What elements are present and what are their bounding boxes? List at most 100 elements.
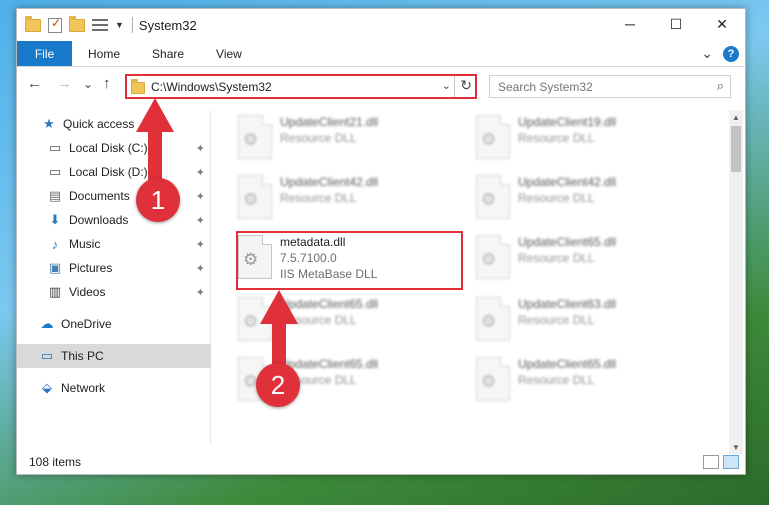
new-folder-icon[interactable] xyxy=(69,15,85,32)
status-bar: 108 items xyxy=(17,450,745,474)
title-separator xyxy=(131,17,133,33)
file-description: Resource DLL xyxy=(518,191,595,205)
sidebar-item-local-disk-c[interactable]: ▭ Local Disk (C:) ✦ xyxy=(17,136,211,160)
dll-file-icon: ⚙ xyxy=(476,297,510,341)
search-input[interactable] xyxy=(498,79,698,94)
pin-icon[interactable]: ✦ xyxy=(196,142,205,155)
network-icon: ⬙ xyxy=(42,380,52,395)
title-bar: ▼ System32 ─ ☐ ✕ xyxy=(17,9,745,41)
view-toggle xyxy=(703,455,739,469)
pin-icon[interactable]: ✦ xyxy=(196,190,205,203)
file-item[interactable]: ⚙ UpdateClient19.dll Resource DLL xyxy=(472,111,702,169)
maximize-button[interactable]: ☐ xyxy=(653,9,699,39)
sidebar-item-label: Quick access xyxy=(63,117,135,131)
file-name: UpdateClient65.dll xyxy=(518,235,617,249)
forward-arrow-icon[interactable]: → xyxy=(57,75,72,92)
star-icon: ★ xyxy=(43,116,55,131)
pin-icon[interactable]: ✦ xyxy=(196,166,205,179)
file-item[interactable]: ⚙ UpdateClient42.dll Resource DLL xyxy=(234,171,464,229)
vertical-scrollbar[interactable]: ▲ ▼ xyxy=(729,110,743,454)
window-controls: ─ ☐ ✕ xyxy=(607,9,745,39)
dll-file-icon: ⚙ xyxy=(476,357,510,401)
file-name: UpdateClient42.dll xyxy=(280,175,379,189)
minimize-button[interactable]: ─ xyxy=(607,9,653,39)
step-marker-1: 1 xyxy=(136,178,180,222)
sidebar-item-quick-access[interactable]: ★ Quick access xyxy=(17,112,211,136)
close-button[interactable]: ✕ xyxy=(699,9,745,39)
file-name: UpdateClient21.dll xyxy=(280,115,379,129)
tab-view[interactable]: View xyxy=(200,41,258,66)
sidebar-item-label: Videos xyxy=(69,285,106,299)
search-icon[interactable]: ⌕ xyxy=(717,78,724,94)
dll-file-icon: ⚙ xyxy=(238,175,272,219)
sidebar-item-onedrive[interactable]: ☁ OneDrive xyxy=(17,312,211,336)
recent-locations-chevron-icon[interactable]: ⌄ xyxy=(83,77,93,91)
sidebar-item-label: Network xyxy=(61,381,106,395)
file-item[interactable]: ⚙ UpdateClient63.dll Resource DLL xyxy=(472,293,702,351)
highlight-box-metadata-dll xyxy=(236,231,463,290)
sidebar-item-label: Pictures xyxy=(69,261,113,275)
up-arrow-icon[interactable]: ↑ xyxy=(103,75,111,92)
file-name: UpdateClient19.dll xyxy=(518,115,617,129)
step-marker-2: 2 xyxy=(256,363,300,407)
pin-icon[interactable]: ✦ xyxy=(196,262,205,275)
pin-icon[interactable]: ✦ xyxy=(196,214,205,227)
address-history-chevron-icon[interactable]: ⌄ xyxy=(442,79,451,92)
file-item[interactable]: ⚙ UpdateClient65.dll Resource DLL xyxy=(472,353,702,411)
explorer-window: ▼ System32 ─ ☐ ✕ File Home Share View ⌄ … xyxy=(16,8,746,475)
dll-file-icon: ⚙ xyxy=(476,235,510,279)
sidebar-item-this-pc[interactable]: ▭ This PC xyxy=(17,344,211,368)
window-title: System32 xyxy=(138,17,197,33)
file-name: UpdateClient65.dll xyxy=(518,357,617,371)
tab-home[interactable]: Home xyxy=(72,41,136,66)
details-view-icon[interactable] xyxy=(703,455,719,469)
sidebar-item-pictures[interactable]: ▣ Pictures ✦ xyxy=(17,256,211,280)
file-name: UpdateClient63.dll xyxy=(518,297,617,311)
address-separator xyxy=(454,76,455,97)
drive-icon: ▭ xyxy=(48,140,62,155)
tab-file[interactable]: File xyxy=(17,41,72,66)
ribbon-right-controls: ⌄ ? xyxy=(701,45,739,62)
sidebar-item-label: Music xyxy=(69,237,101,251)
onedrive-icon: ☁ xyxy=(40,316,54,331)
dll-file-icon: ⚙ xyxy=(476,115,510,159)
sidebar-item-downloads[interactable]: ⬇ Downloads ✦ xyxy=(17,208,211,232)
file-description: Resource DLL xyxy=(518,373,595,387)
file-item[interactable]: ⚙ UpdateClient65.dll Resource DLL xyxy=(472,231,702,289)
sidebar-item-local-disk-d[interactable]: ▭ Local Disk (D:) ✦ xyxy=(17,160,211,184)
file-item[interactable]: ⚙ UpdateClient21.dll Resource DLL xyxy=(234,111,464,169)
address-path[interactable]: C:\Windows\System32 xyxy=(151,80,272,94)
pin-icon[interactable]: ✦ xyxy=(196,238,205,251)
tab-share[interactable]: Share xyxy=(136,41,200,66)
folder-icon[interactable] xyxy=(25,15,41,32)
videos-icon: ▥ xyxy=(48,284,62,299)
sidebar-item-network[interactable]: ⬙ Network xyxy=(17,376,211,400)
this-pc-icon: ▭ xyxy=(40,348,54,363)
file-description: Resource DLL xyxy=(518,251,595,265)
help-icon[interactable]: ? xyxy=(723,45,739,62)
file-item[interactable]: ⚙ UpdateClient42.dll Resource DLL xyxy=(472,171,702,229)
scroll-up-arrow-icon[interactable]: ▲ xyxy=(729,110,743,124)
file-name: UpdateClient42.dll xyxy=(518,175,617,189)
dll-file-icon: ⚙ xyxy=(238,115,272,159)
refresh-icon[interactable]: ↻ xyxy=(460,77,472,94)
pin-icon[interactable]: ✦ xyxy=(196,286,205,299)
downloads-icon: ⬇ xyxy=(49,212,61,227)
sidebar-item-label: OneDrive xyxy=(61,317,112,331)
sidebar-item-videos[interactable]: ▥ Videos ✦ xyxy=(17,280,211,304)
customize-toolbar-chevron-icon[interactable]: ▼ xyxy=(115,20,124,30)
navigation-bar: ← → ⌄ ↑ C:\Windows\System32 ⌄ ↻ ⌕ xyxy=(17,71,745,101)
scroll-thumb[interactable] xyxy=(731,126,741,172)
sidebar-item-documents[interactable]: ▤ Documents ✦ xyxy=(17,184,211,208)
sidebar-item-music[interactable]: ♪ Music ✦ xyxy=(17,232,211,256)
search-box[interactable]: ⌕ xyxy=(489,75,731,98)
documents-icon: ▤ xyxy=(48,188,62,203)
quick-access-toolbar: ▼ xyxy=(25,15,124,33)
properties-icon[interactable] xyxy=(48,16,62,33)
large-icons-view-icon[interactable] xyxy=(723,455,739,469)
back-arrow-icon[interactable]: ← xyxy=(27,75,42,92)
expand-ribbon-chevron-icon[interactable]: ⌄ xyxy=(701,45,713,62)
item-count: 108 items xyxy=(29,455,82,469)
dll-file-icon: ⚙ xyxy=(476,175,510,219)
view-menu-icon[interactable] xyxy=(92,19,108,31)
